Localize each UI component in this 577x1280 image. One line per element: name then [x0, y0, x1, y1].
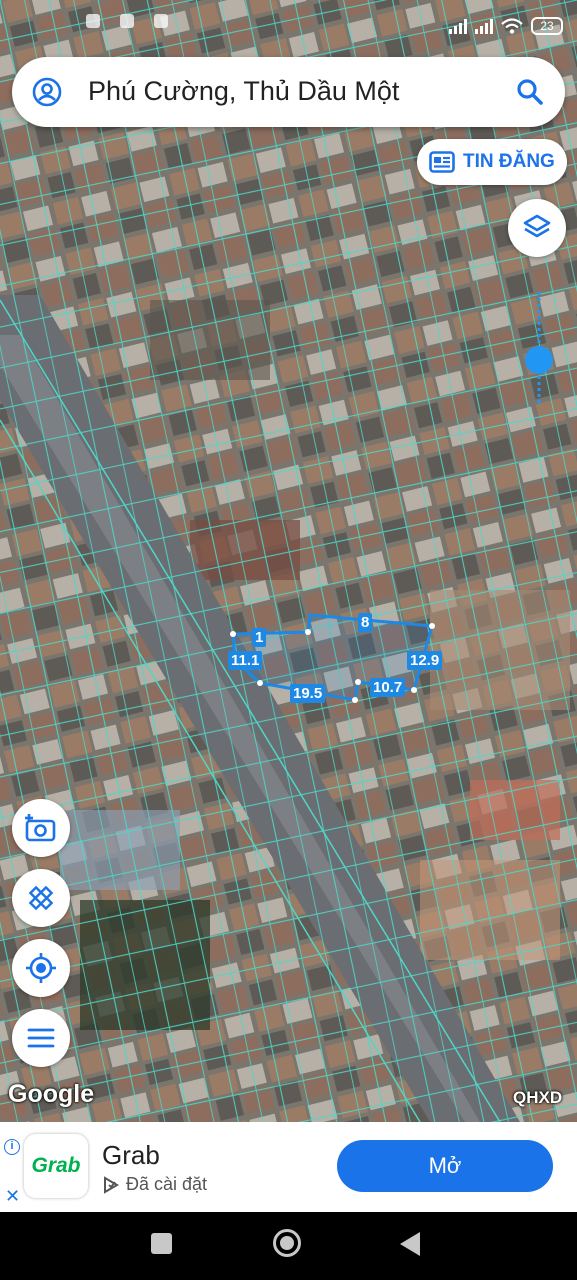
battery-indicator: 23 — [531, 17, 563, 35]
close-icon[interactable]: ✕ — [5, 1186, 20, 1207]
menu-icon — [27, 1028, 55, 1048]
ad-banner[interactable]: i ✕ Grab Grab Đã cài đặt Mở — [0, 1122, 577, 1212]
notification-icon — [154, 14, 168, 28]
signal-icon — [449, 18, 467, 34]
layers-button[interactable] — [508, 199, 566, 257]
grab-logo-text: Grab — [31, 1154, 81, 1177]
measure-label-bottom-right: 10.7 — [370, 678, 406, 697]
layers-icon — [523, 214, 551, 238]
status-bar: 23 — [0, 0, 577, 54]
measure-label-top: 1 — [252, 628, 267, 647]
navigation-bar — [0, 1212, 577, 1280]
add-photo-icon — [25, 814, 56, 842]
tin-dang-label: TIN ĐĂNG — [463, 151, 555, 172]
signal-icon — [475, 18, 493, 34]
recent-apps-icon[interactable] — [151, 1233, 172, 1254]
ad-info-icon[interactable]: i — [4, 1139, 20, 1155]
camera-button[interactable] — [12, 799, 70, 857]
grab-logo: Grab — [24, 1134, 88, 1198]
measure-button[interactable] — [12, 869, 70, 927]
measure-label-top-right: 8 — [358, 613, 373, 632]
notification-icon — [120, 14, 134, 28]
tin-dang-button[interactable]: TIN ĐĂNG — [417, 139, 567, 185]
account-circle-icon[interactable] — [32, 77, 62, 107]
ad-install-status: Đã cài đặt — [102, 1174, 207, 1195]
open-button[interactable]: Mở — [337, 1140, 553, 1192]
notification-icons — [86, 14, 168, 28]
ad-status-text: Đã cài đặt — [126, 1174, 208, 1194]
search-icon[interactable] — [513, 75, 547, 109]
search-bar[interactable]: Phú Cường, Thủ Dầu Một — [12, 57, 565, 127]
newspaper-icon — [429, 151, 455, 173]
my-location-icon — [26, 953, 56, 983]
measure-label-right: 12.9 — [407, 651, 443, 670]
back-icon[interactable] — [400, 1232, 420, 1256]
installed-icon — [104, 1175, 119, 1194]
google-logo: Google — [8, 1080, 95, 1108]
search-location-title[interactable]: Phú Cường, Thủ Dầu Một — [88, 76, 399, 107]
wifi-icon — [501, 18, 523, 34]
measure-label-left: 11.1 — [228, 651, 263, 670]
layer-name-label: QHXD — [513, 1088, 563, 1107]
ruler-pencil-icon — [28, 885, 54, 911]
my-location-button[interactable] — [12, 939, 70, 997]
ad-app-name: Grab — [102, 1140, 160, 1170]
measure-label-bottom: 19.5 — [290, 684, 326, 703]
slider-handle[interactable] — [525, 346, 553, 374]
opacity-slider[interactable] — [524, 292, 554, 404]
menu-button[interactable] — [12, 1009, 70, 1067]
notification-icon — [86, 14, 100, 28]
home-icon[interactable] — [273, 1229, 301, 1257]
